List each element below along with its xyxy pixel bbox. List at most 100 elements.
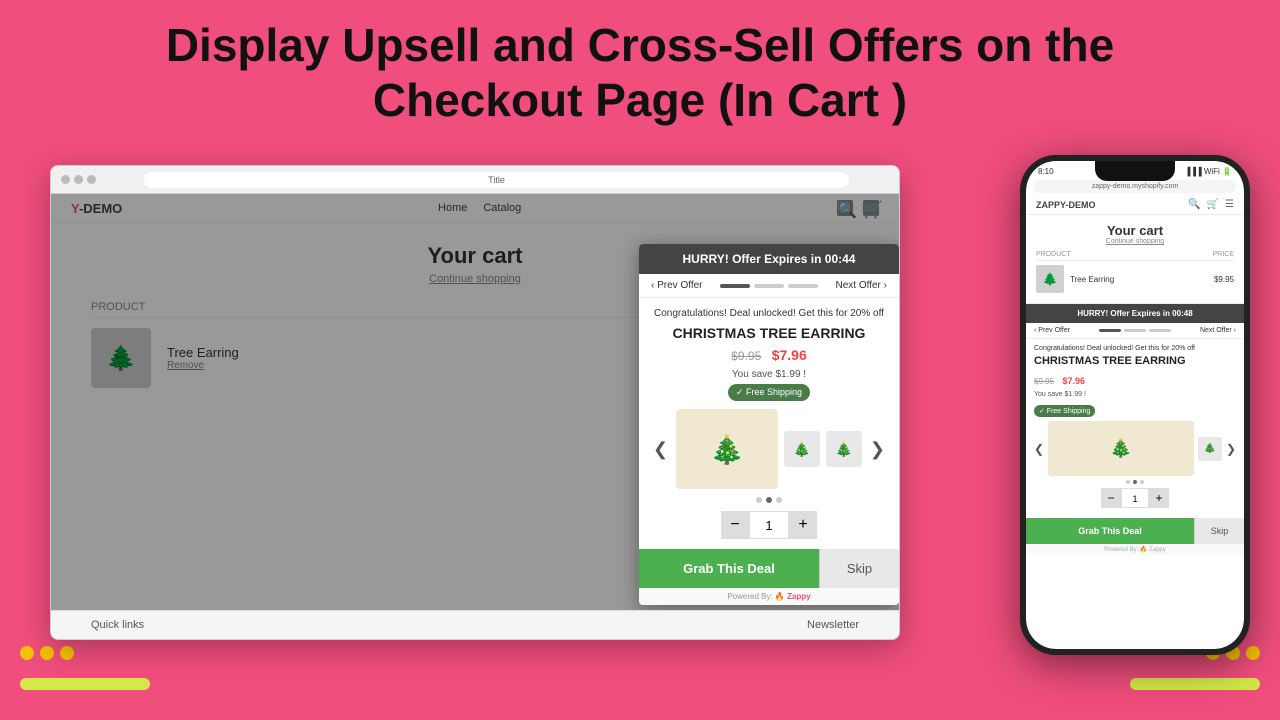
yellow-bar-left [20, 678, 150, 690]
mobile-popup: HURRY! Offer Expires in 00:48 ‹ Prev Off… [1026, 303, 1244, 555]
dot-right-yellow-3 [1246, 646, 1260, 660]
mobile-nav-icons: 🔍 🛒 ☰ [1188, 199, 1234, 210]
mobile-qty-selector: − 1 + [1034, 488, 1236, 508]
popup-free-shipping: ✓ Free Shipping [728, 384, 810, 401]
popup-pricing: $9.95 $7.96 [651, 347, 887, 365]
popup-product-title: CHRISTMAS TREE EARRING [651, 325, 887, 341]
grab-deal-btn[interactable]: Grab This Deal [639, 549, 819, 588]
mobile-savings: You save $1.99 ! [1034, 391, 1236, 398]
mobile-menu-icon[interactable]: ☰ [1225, 199, 1234, 210]
qty-value: 1 [749, 511, 789, 539]
popup-congrats: Congratulations! Deal unlocked! Get this… [651, 308, 887, 319]
skip-btn[interactable]: Skip [819, 549, 899, 588]
mobile-popup-body: Congratulations! Deal unlocked! Get this… [1026, 339, 1244, 518]
mobile-progress-2 [1124, 329, 1146, 332]
mobile-notch [1095, 161, 1175, 181]
mobile-skip-btn[interactable]: Skip [1194, 518, 1244, 544]
mobile-thumb-1[interactable]: 🎄 [1198, 437, 1222, 461]
mobile-popup-footer: Grab This Deal Skip [1026, 518, 1244, 544]
page-header: Display Upsell and Cross-Sell Offers on … [0, 0, 1280, 138]
mobile-image-dots [1034, 480, 1236, 484]
free-shipping-label: ✓ Free Shipping [736, 387, 802, 398]
mobile-dot-2 [1133, 480, 1137, 484]
popup-image-dots [651, 497, 887, 503]
mobile-next-offer[interactable]: Next Offer › [1200, 327, 1236, 334]
mobile-images: ❮ 🎄 🎄 ❯ [1034, 421, 1236, 476]
mobile-mockup: 8:10 ▐▐▐ WiFi 🔋 zappy-demo.myshopify.com… [1020, 155, 1250, 655]
mobile-main-image: 🎄 [1048, 421, 1194, 476]
mobile-prev-offer[interactable]: ‹ Prev Offer [1034, 327, 1070, 334]
dot-1 [756, 497, 762, 503]
dot-2 [766, 497, 772, 503]
mobile-shop-nav: ZAPPY-DEMO 🔍 🛒 ☰ [1026, 195, 1244, 215]
progress-bar [720, 284, 818, 288]
mobile-popup-pricing: $9.95 $7.96 [1034, 371, 1236, 389]
mobile-cart-title: Your cart [1036, 223, 1234, 238]
progress-seg-1 [720, 284, 750, 288]
mobile-grab-deal-btn[interactable]: Grab This Deal [1026, 518, 1194, 544]
browser-url-bar: Title [144, 172, 849, 188]
quick-links[interactable]: Quick links [91, 619, 144, 631]
popup-new-price: $7.96 [772, 347, 807, 363]
mobile-progress-bar [1099, 329, 1171, 332]
cart-footer: Quick links Newsletter [51, 610, 899, 639]
qty-decrease-btn[interactable]: − [721, 511, 749, 539]
dot-yellow-3 [60, 646, 74, 660]
mobile-col-product: PRODUCT [1036, 251, 1071, 258]
mobile-cart-subtitle[interactable]: Continue shopping [1036, 238, 1234, 245]
mobile-cart-area: Your cart Continue shopping PRODUCT PRIC… [1026, 215, 1244, 301]
mobile-item-price: $9.95 [1214, 275, 1234, 284]
browser-dot-2 [74, 175, 83, 184]
prev-image-btn[interactable]: ❮ [651, 437, 670, 462]
popup-thumb-2[interactable]: 🎄 [826, 431, 862, 467]
mobile-prev-img[interactable]: ❮ [1034, 442, 1044, 456]
prev-offer-btn[interactable]: ‹ Prev Offer [651, 280, 703, 291]
mobile-signal-icons: ▐▐▐ WiFi 🔋 [1185, 167, 1232, 176]
mobile-qty-decrease[interactable]: − [1101, 488, 1121, 508]
browser-dot-1 [61, 175, 70, 184]
popup-footer: Grab This Deal Skip [639, 549, 899, 588]
next-offer-btn[interactable]: Next Offer › [836, 280, 888, 291]
mobile-popup-congrats: Congratulations! Deal unlocked! Get this… [1034, 345, 1236, 352]
zappy-brand: 🔥 Zappy [775, 592, 811, 601]
mobile-powered: Powered By: 🔥 Zappy [1026, 544, 1244, 555]
yellow-bar-right [1130, 678, 1260, 690]
mobile-item-image: 🌲 [1036, 265, 1064, 293]
mobile-item-name: Tree Earring [1070, 275, 1114, 284]
newsletter[interactable]: Newsletter [807, 619, 859, 631]
browser-toolbar: Title [51, 166, 899, 194]
mobile-free-shipping: ✓ Free Shipping [1034, 405, 1095, 417]
browser-dots [61, 175, 96, 184]
popup-qty-selector: − 1 + [651, 511, 887, 539]
popup-main-image: 🎄 [676, 409, 778, 489]
mobile-dot-1 [1126, 480, 1130, 484]
qty-increase-btn[interactable]: + [789, 511, 817, 539]
next-image-btn[interactable]: ❯ [868, 437, 887, 462]
mobile-new-price: $7.96 [1062, 376, 1085, 386]
progress-seg-2 [754, 284, 784, 288]
mobile-cart-icon[interactable]: 🛒 [1207, 199, 1219, 210]
mobile-popup-title: CHRISTMAS TREE EARRING [1034, 355, 1236, 367]
popup-thumb-1[interactable]: 🎄 [784, 431, 820, 467]
mobile-search-icon[interactable]: 🔍 [1188, 199, 1200, 210]
mobile-popup-header: HURRY! Offer Expires in 00:48 [1026, 304, 1244, 323]
desktop-browser-mockup: Title Y-DEMO Home Catalog 🔍 🛒 Your cart … [50, 165, 900, 640]
mobile-next-img[interactable]: ❯ [1226, 442, 1236, 456]
mobile-col-price: PRICE [1213, 251, 1234, 258]
dot-yellow [20, 646, 34, 660]
popup-old-price: $9.95 [731, 349, 761, 363]
mobile-qty-value: 1 [1121, 488, 1149, 508]
mobile-table-header: PRODUCT PRICE [1036, 251, 1234, 261]
popup-body: Congratulations! Deal unlocked! Get this… [639, 298, 899, 549]
upsell-popup: HURRY! Offer Expires in 00:44 ‹ Prev Off… [639, 244, 899, 605]
dot-yellow-2 [40, 646, 54, 660]
powered-by-label: Powered By: [727, 592, 772, 601]
mobile-shop-logo: ZAPPY-DEMO [1036, 200, 1096, 210]
mobile-cart-item: 🌲 Tree Earring $9.95 [1036, 265, 1234, 293]
mobile-qty-increase[interactable]: + [1149, 488, 1169, 508]
mobile-screen: 8:10 ▐▐▐ WiFi 🔋 zappy-demo.myshopify.com… [1026, 161, 1244, 649]
mobile-url-bar[interactable]: zappy-demo.myshopify.com [1034, 180, 1236, 193]
dot-3 [776, 497, 782, 503]
page-title: Display Upsell and Cross-Sell Offers on … [60, 18, 1220, 128]
mobile-popup-nav: ‹ Prev Offer Next Offer › [1026, 323, 1244, 339]
